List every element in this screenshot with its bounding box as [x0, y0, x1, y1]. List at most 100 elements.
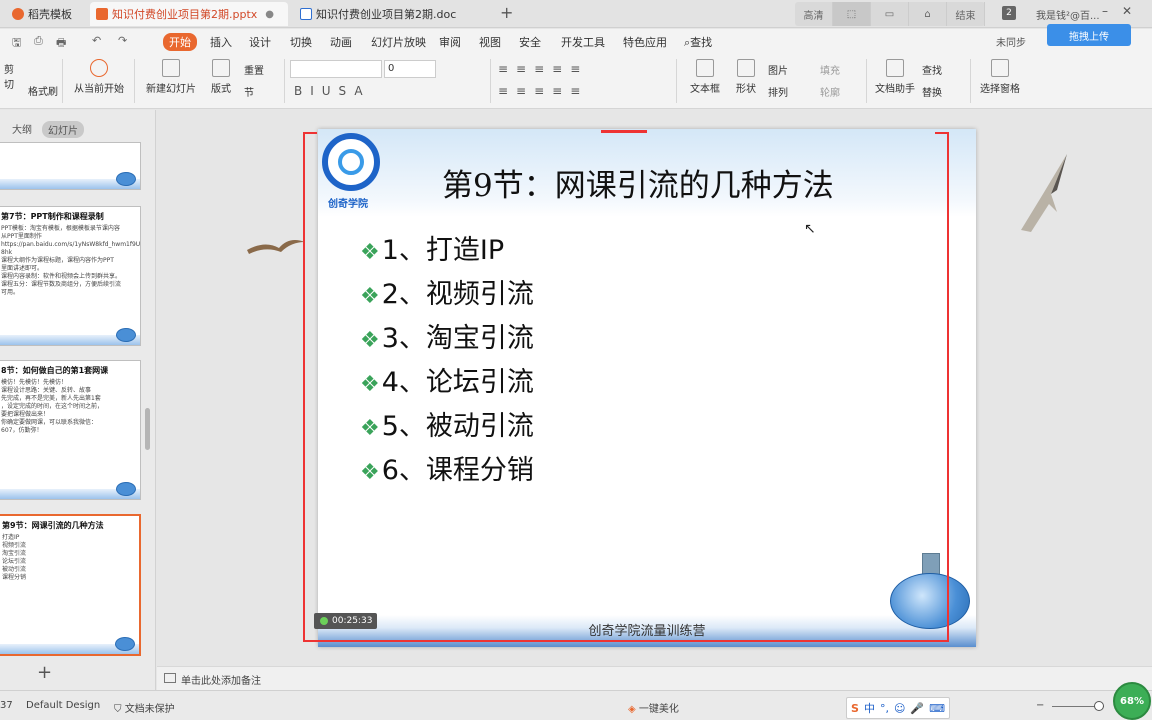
outline-button[interactable]: 轮廓: [820, 84, 840, 99]
notes-icon: [164, 673, 176, 683]
slide-thumbnail[interactable]: [0, 142, 141, 190]
user-account[interactable]: 我是钱²@百...: [1036, 7, 1100, 22]
preview-icon[interactable]: 🖶: [56, 34, 66, 53]
slide-thumbnail[interactable]: 8节：如何做自己的第1套网课 模仿！先模仿！先模仿！ 课程设计思路：关键、反转、…: [0, 360, 141, 500]
font-style-buttons[interactable]: BIUSA: [294, 84, 371, 98]
close-tab-icon[interactable]: ●: [265, 9, 274, 20]
screenshot-button[interactable]: ⬚: [833, 2, 871, 26]
protection-status[interactable]: ⛉ 文档未保护: [114, 700, 175, 715]
slide-thumbnail-selected[interactable]: 第9节：网课引流的几种方法 打造IP 视频引流 淘宝引流 论坛引流 被动引流 课…: [0, 514, 141, 656]
sync-status[interactable]: 未同步: [996, 34, 1026, 49]
docer-icon: [12, 8, 24, 20]
textbox-label: 文本框: [690, 84, 720, 95]
tab-docer-template[interactable]: 稻壳模板: [6, 2, 78, 26]
picture-button[interactable]: 图片: [768, 62, 788, 77]
current-slide[interactable]: 创奇学院 第9节：网课引流的几种方法 ❖1、打造IP ❖2、视频引流 ❖3、淘宝…: [318, 129, 976, 647]
cut-button[interactable]: 剪切: [0, 61, 18, 91]
fill-button[interactable]: 填充: [820, 62, 840, 77]
timer-text: 00:25:33: [332, 616, 373, 626]
thumb-body: 模仿！先模仿！先模仿！ 课程设计思路：关键、反转、故事 先完成，再不是完美，新人…: [1, 379, 104, 434]
menu-security[interactable]: 安全: [519, 34, 541, 50]
tab-slides[interactable]: 幻灯片: [42, 121, 84, 138]
window-button[interactable]: ▭: [871, 2, 909, 26]
notes-pane[interactable]: 单击此处添加备注: [157, 666, 1152, 690]
notes-placeholder[interactable]: 单击此处添加备注: [181, 672, 261, 687]
doc-assistant-label: 文档助手: [875, 84, 915, 95]
layout-button[interactable]: 版式: [206, 59, 236, 95]
bullet-list[interactable]: ❖1、打造IP ❖2、视频引流 ❖3、淘宝引流 ❖4、论坛引流 ❖5、被动引流 …: [360, 231, 534, 495]
reset-button[interactable]: 重置: [244, 62, 264, 77]
print-icon[interactable]: ⎙: [34, 34, 43, 48]
ribbon-toolbar: 剪切 格式刷 从当前开始 新建幻灯片 版式 重置 节 0 BIUSA ≡≡≡≡≡…: [0, 53, 1152, 109]
menu-insert[interactable]: 插入: [210, 34, 232, 50]
doc-assistant-button[interactable]: 文档助手: [874, 59, 916, 95]
ime-emoji-icon: ☺: [893, 701, 906, 715]
bullet-item: ❖6、课程分销: [360, 451, 534, 495]
bullet-item: ❖4、论坛引流: [360, 363, 534, 407]
tab-pptx-file[interactable]: 知识付费创业项目第2期.pptx ●: [90, 2, 288, 26]
redo-icon[interactable]: ↷: [118, 34, 127, 47]
menu-start[interactable]: 开始: [163, 33, 197, 51]
window-controls[interactable]: –✕: [1102, 4, 1146, 18]
add-slide-button[interactable]: +: [37, 662, 52, 683]
bullet-item: ❖3、淘宝引流: [360, 319, 534, 363]
word-file-icon: [300, 8, 312, 20]
zoom-level-badge[interactable]: 68%: [1113, 682, 1151, 720]
recording-frame-bottom: [303, 640, 949, 642]
menu-special[interactable]: 特色应用: [623, 34, 667, 50]
upload-button[interactable]: 拖拽上传: [1047, 24, 1131, 46]
zoom-out-button[interactable]: −: [1036, 700, 1044, 711]
selection-pane-button[interactable]: 选择窗格: [978, 59, 1022, 95]
doc-assistant-icon: [886, 59, 904, 77]
shape-button[interactable]: 形状: [731, 59, 761, 95]
diamond-bullet-icon: ❖: [360, 328, 380, 353]
end-button[interactable]: 结束: [947, 2, 985, 26]
play-from-current-button[interactable]: 从当前开始: [70, 59, 128, 95]
ime-mode: 中: [863, 702, 875, 715]
design-name[interactable]: Default Design: [26, 700, 100, 711]
ime-toolbar[interactable]: S 中 °, ☺ 🎤 ⌨: [846, 697, 950, 719]
ime-punct-icon: °,: [879, 701, 889, 715]
tab-label: 稻壳模板: [28, 8, 72, 21]
thumbnail-scrollbar[interactable]: [145, 408, 150, 450]
section-button[interactable]: 节: [244, 84, 254, 99]
tab-outline[interactable]: 大纲: [12, 121, 32, 136]
menu-review[interactable]: 审阅: [439, 34, 461, 50]
format-painter-button[interactable]: 格式刷: [28, 83, 58, 98]
globe-image: [890, 573, 970, 629]
menu-developer[interactable]: 开发工具: [561, 34, 605, 50]
new-tab-button[interactable]: +: [500, 3, 513, 22]
sogou-icon: S: [851, 701, 859, 715]
menu-slideshow[interactable]: 幻灯片放映: [371, 34, 426, 50]
zoom-slider-knob[interactable]: [1094, 701, 1104, 711]
slide-title[interactable]: 第9节：网课引流的几种方法: [442, 160, 834, 205]
align-buttons[interactable]: ≡≡≡≡≡: [498, 84, 588, 98]
tab-count-badge[interactable]: 2: [1002, 6, 1016, 20]
arrange-button[interactable]: 排列: [768, 84, 788, 99]
thumb-body: PPT模板：淘宝有模板，根据模板录节课内容 从PPT里面制作 https://p…: [1, 225, 141, 296]
textbox-button[interactable]: 文本框: [684, 59, 726, 95]
font-family-select[interactable]: [290, 60, 382, 78]
bullet-text: 4、论坛引流: [381, 367, 534, 398]
thumb-body: 打造IP 视频引流 淘宝引流 论坛引流 被动引流 课程分销: [2, 534, 27, 581]
tab-doc-file[interactable]: 知识付费创业项目第2期.doc: [294, 2, 490, 26]
menu-animation[interactable]: 动画: [330, 34, 352, 50]
protection-label: 文档未保护: [124, 704, 175, 715]
hd-button[interactable]: 高清: [795, 2, 833, 26]
slide-thumbnail[interactable]: 第7节：PPT制作和课程录制 PPT模板：淘宝有模板，根据模板录节课内容 从PP…: [0, 206, 141, 346]
search-command[interactable]: ⌕查找: [684, 34, 712, 50]
beautify-button[interactable]: ◈ 一键美化: [628, 700, 679, 715]
new-slide-button[interactable]: 新建幻灯片: [142, 59, 200, 95]
replace-button[interactable]: 替换: [922, 84, 942, 99]
menu-view[interactable]: 视图: [479, 34, 501, 50]
paragraph-buttons[interactable]: ≡≡≡≡≡: [498, 62, 588, 76]
globe-icon: [116, 482, 136, 496]
menu-design[interactable]: 设计: [249, 34, 271, 50]
menu-transition[interactable]: 切换: [290, 34, 312, 50]
find-button[interactable]: 查找: [922, 62, 942, 77]
save-icon[interactable]: 🖫: [12, 34, 21, 53]
undo-icon[interactable]: ↶: [92, 34, 101, 47]
recording-frame-handle[interactable]: [601, 130, 647, 133]
home-button[interactable]: ⌂: [909, 2, 947, 26]
font-size-select[interactable]: 0: [384, 60, 436, 78]
